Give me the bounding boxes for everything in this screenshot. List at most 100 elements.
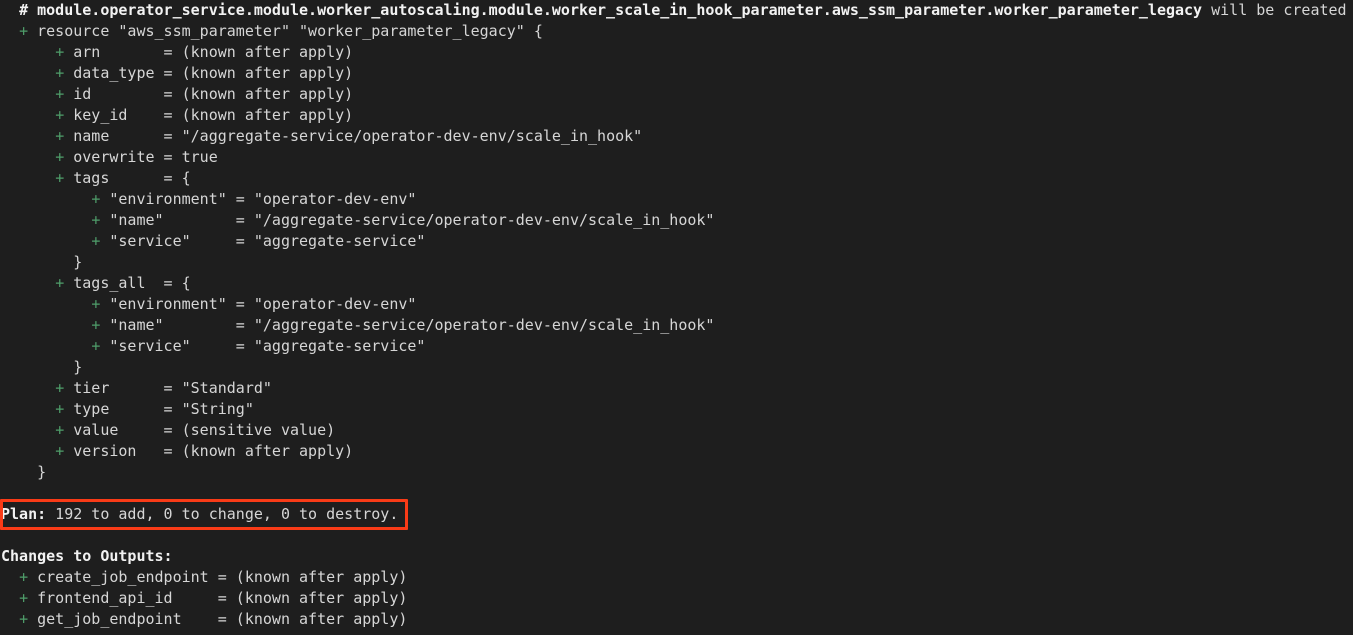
add-marker-icon: + (91, 295, 101, 313)
add-marker-icon: + (55, 127, 65, 145)
line-text: data_type = (known after apply) (64, 64, 354, 82)
terminal-line: + tier = "Standard" (0, 378, 1353, 399)
terminal-line: + create_job_endpoint = (known after app… (0, 567, 1353, 588)
line-text: create_job_endpoint = (known after apply… (28, 568, 408, 586)
terminal-line: + "service" = "aggregate-service" (0, 336, 1353, 357)
line-text: will be created (1202, 1, 1347, 19)
line-text: } (73, 358, 83, 376)
line-text: version = (known after apply) (64, 442, 354, 460)
terminal-line: + data_type = (known after apply) (0, 63, 1353, 84)
terminal-line: + get_job_endpoint = (known after apply) (0, 609, 1353, 630)
add-marker-icon: + (91, 190, 101, 208)
add-marker-icon: + (19, 610, 29, 628)
add-marker-icon: + (55, 274, 65, 292)
add-marker-icon: + (91, 316, 101, 334)
line-text: frontend_api_id = (known after apply) (28, 589, 408, 607)
add-marker-icon: + (55, 106, 65, 124)
line-text: resource "aws_ssm_parameter" "worker_par… (28, 22, 543, 40)
terminal-line: # module.operator_service.module.worker_… (0, 0, 1353, 21)
add-marker-icon: + (55, 85, 65, 103)
line-text: "environment" = "operator-dev-env" (100, 190, 417, 208)
terminal-output-pane: # module.operator_service.module.worker_… (0, 0, 1353, 635)
line-emphasis-text: Plan: (1, 505, 47, 523)
terminal-line: + type = "String" (0, 399, 1353, 420)
add-marker-icon: + (91, 337, 101, 355)
add-marker-icon: + (55, 400, 65, 418)
line-text: get_job_endpoint = (known after apply) (28, 610, 408, 628)
line-text: value = (sensitive value) (64, 421, 336, 439)
terminal-line: + "name" = "/aggregate-service/operator-… (0, 315, 1353, 336)
add-marker-icon: + (19, 568, 29, 586)
terminal-line: + name = "/aggregate-service/operator-de… (0, 126, 1353, 147)
line-text: 192 to add, 0 to change, 0 to destroy. (46, 505, 399, 523)
add-marker-icon: + (91, 211, 101, 229)
line-text: } (37, 463, 47, 481)
terminal-line: + "service" = "aggregate-service" (0, 231, 1353, 252)
add-marker-icon: + (55, 421, 65, 439)
terminal-line: + id = (known after apply) (0, 84, 1353, 105)
terminal-line: + frontend_api_id = (known after apply) (0, 588, 1353, 609)
line-text: "name" = "/aggregate-service/operator-de… (100, 316, 715, 334)
line-text: "service" = "aggregate-service" (100, 232, 426, 250)
terminal-line: + "environment" = "operator-dev-env" (0, 294, 1353, 315)
line-text: name = "/aggregate-service/operator-dev-… (64, 127, 643, 145)
line-text: tags_all = { (64, 274, 191, 292)
add-marker-icon: + (55, 169, 65, 187)
add-marker-icon: + (19, 22, 29, 40)
terminal-line: + tags = { (0, 168, 1353, 189)
add-marker-icon: + (19, 589, 29, 607)
line-text: "service" = "aggregate-service" (100, 337, 426, 355)
terminal-line: + arn = (known after apply) (0, 42, 1353, 63)
terminal-line-list: # module.operator_service.module.worker_… (0, 0, 1353, 630)
terminal-line: + version = (known after apply) (0, 441, 1353, 462)
add-marker-icon: + (55, 64, 65, 82)
add-marker-icon: + (55, 148, 65, 166)
line-text: type = "String" (64, 400, 254, 418)
terminal-line: + resource "aws_ssm_parameter" "worker_p… (0, 21, 1353, 42)
terminal-line: + value = (sensitive value) (0, 420, 1353, 441)
line-text: arn = (known after apply) (64, 43, 354, 61)
line-text: overwrite = true (64, 148, 218, 166)
line-text: tier = "Standard" (64, 379, 272, 397)
add-marker-icon: + (91, 232, 101, 250)
line-text: id = (known after apply) (64, 85, 354, 103)
add-marker-icon: + (55, 379, 65, 397)
terminal-line: + "environment" = "operator-dev-env" (0, 189, 1353, 210)
terminal-line: } (0, 357, 1353, 378)
add-marker-icon: + (55, 43, 65, 61)
terminal-line: Changes to Outputs: (0, 546, 1353, 567)
line-emphasis-text: Changes to Outputs: (1, 547, 173, 565)
terminal-line: + overwrite = true (0, 147, 1353, 168)
add-marker-icon: + (55, 442, 65, 460)
terminal-line: + tags_all = { (0, 273, 1353, 294)
line-text: tags = { (64, 169, 191, 187)
line-text: key_id = (known after apply) (64, 106, 354, 124)
terminal-line: } (0, 252, 1353, 273)
